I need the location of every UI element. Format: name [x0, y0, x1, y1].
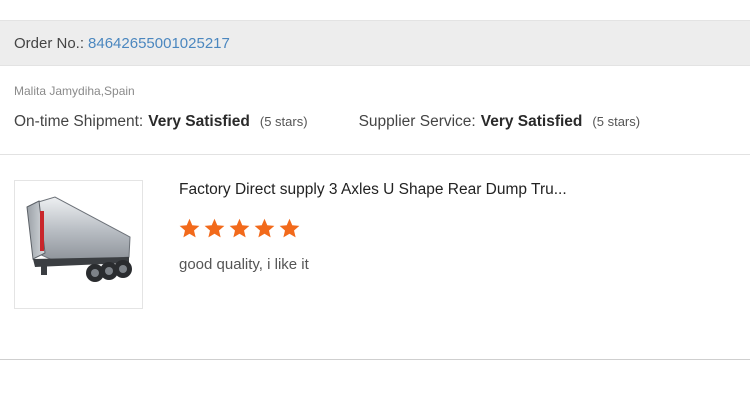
- buyer-name-location: Malita Jamydiha,Spain: [14, 84, 135, 98]
- star-icon: [279, 218, 300, 238]
- supplier-rating-label: Supplier Service:: [358, 113, 476, 130]
- supplier-rating-value: Very Satisfied: [480, 113, 583, 130]
- shipment-rating-stars: (5 stars): [259, 114, 308, 129]
- review-comment: good quality, i like it: [179, 256, 309, 273]
- review-star-rating: [178, 217, 301, 240]
- star-icon: [229, 218, 250, 238]
- product-title-link[interactable]: Factory Direct supply 3 Axles U Shape Re…: [179, 181, 567, 199]
- order-number-link[interactable]: 84642655001025217: [88, 35, 230, 52]
- supplier-rating: Supplier Service: Very Satisfied (5 star…: [359, 113, 641, 131]
- ratings-row: On-time Shipment: Very Satisfied (5 star…: [14, 113, 640, 131]
- product-thumbnail[interactable]: [14, 180, 143, 309]
- order-header: Order No.: 84642655001025217: [0, 20, 750, 66]
- shipment-rating: On-time Shipment: Very Satisfied (5 star…: [14, 113, 308, 131]
- shipment-rating-label: On-time Shipment:: [14, 113, 144, 130]
- star-icon: [179, 218, 200, 238]
- supplier-rating-stars: (5 stars): [592, 114, 641, 129]
- order-number-label: Order No.:: [14, 34, 85, 52]
- star-icon: [254, 218, 275, 238]
- review-bottom-divider: [0, 359, 750, 360]
- dump-trailer-image: [26, 196, 132, 282]
- star-icon: [204, 218, 225, 238]
- shipment-rating-value: Very Satisfied: [148, 113, 250, 130]
- section-divider: [0, 154, 750, 155]
